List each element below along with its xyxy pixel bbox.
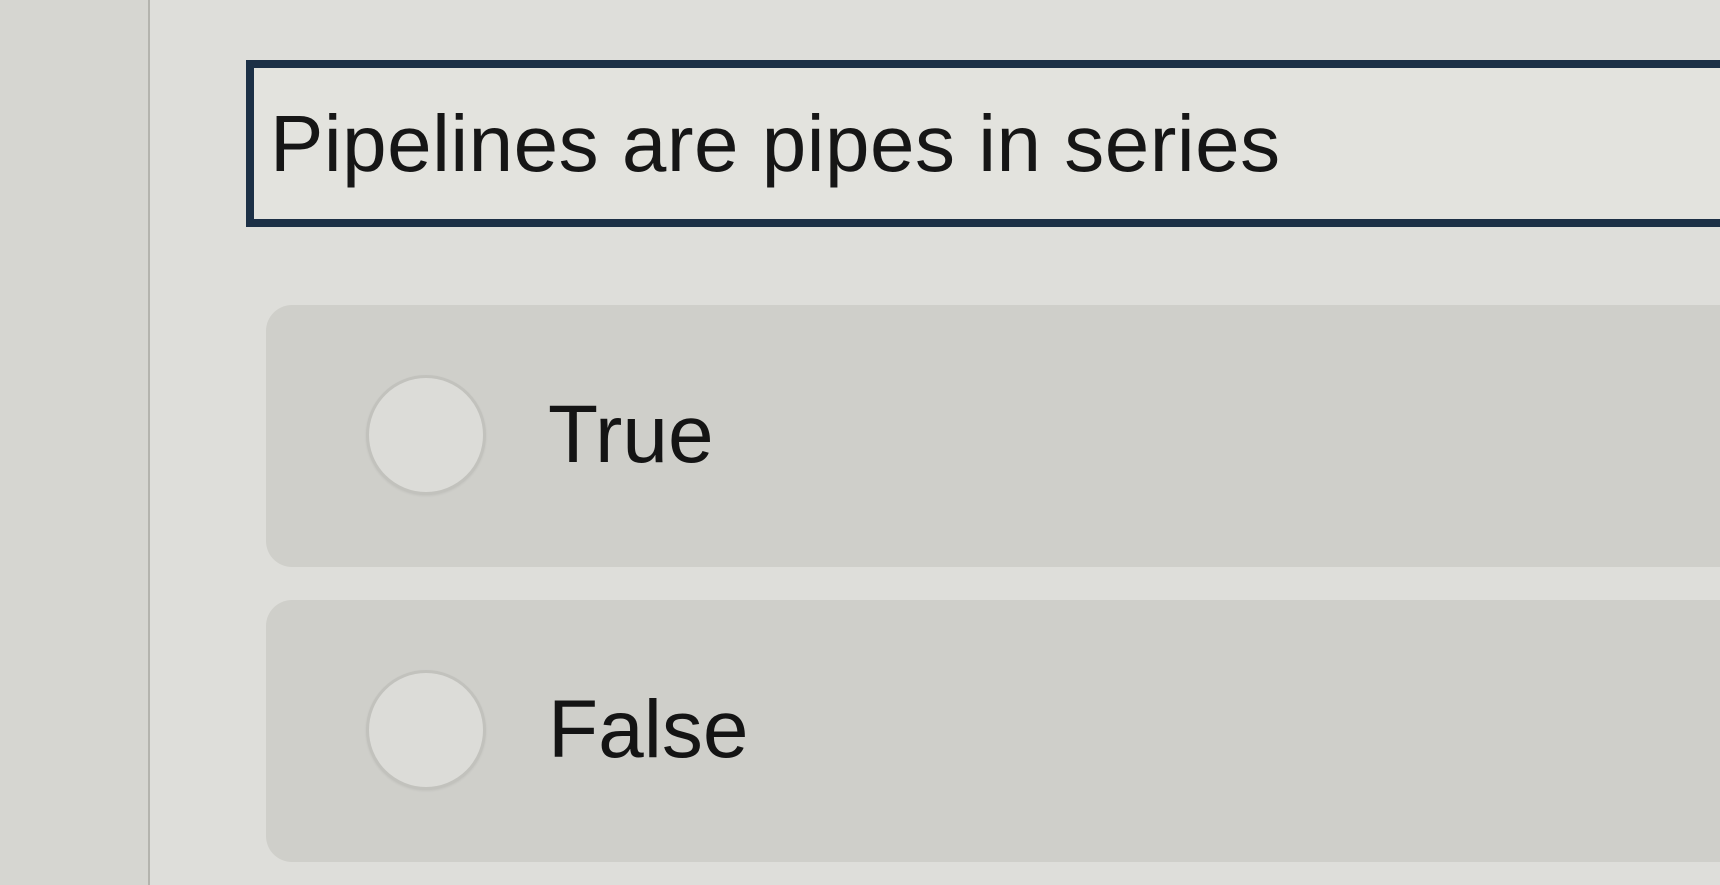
question-text: Pipelines are pipes in series — [270, 99, 1281, 188]
question-box: Pipelines are pipes in series — [246, 60, 1720, 227]
option-label-true: True — [548, 389, 714, 480]
option-true[interactable]: True — [266, 305, 1720, 567]
left-gutter — [0, 0, 150, 885]
option-false[interactable]: False — [266, 600, 1720, 862]
radio-button-true[interactable] — [366, 375, 486, 495]
radio-button-false[interactable] — [366, 670, 486, 790]
option-label-false: False — [548, 684, 749, 775]
